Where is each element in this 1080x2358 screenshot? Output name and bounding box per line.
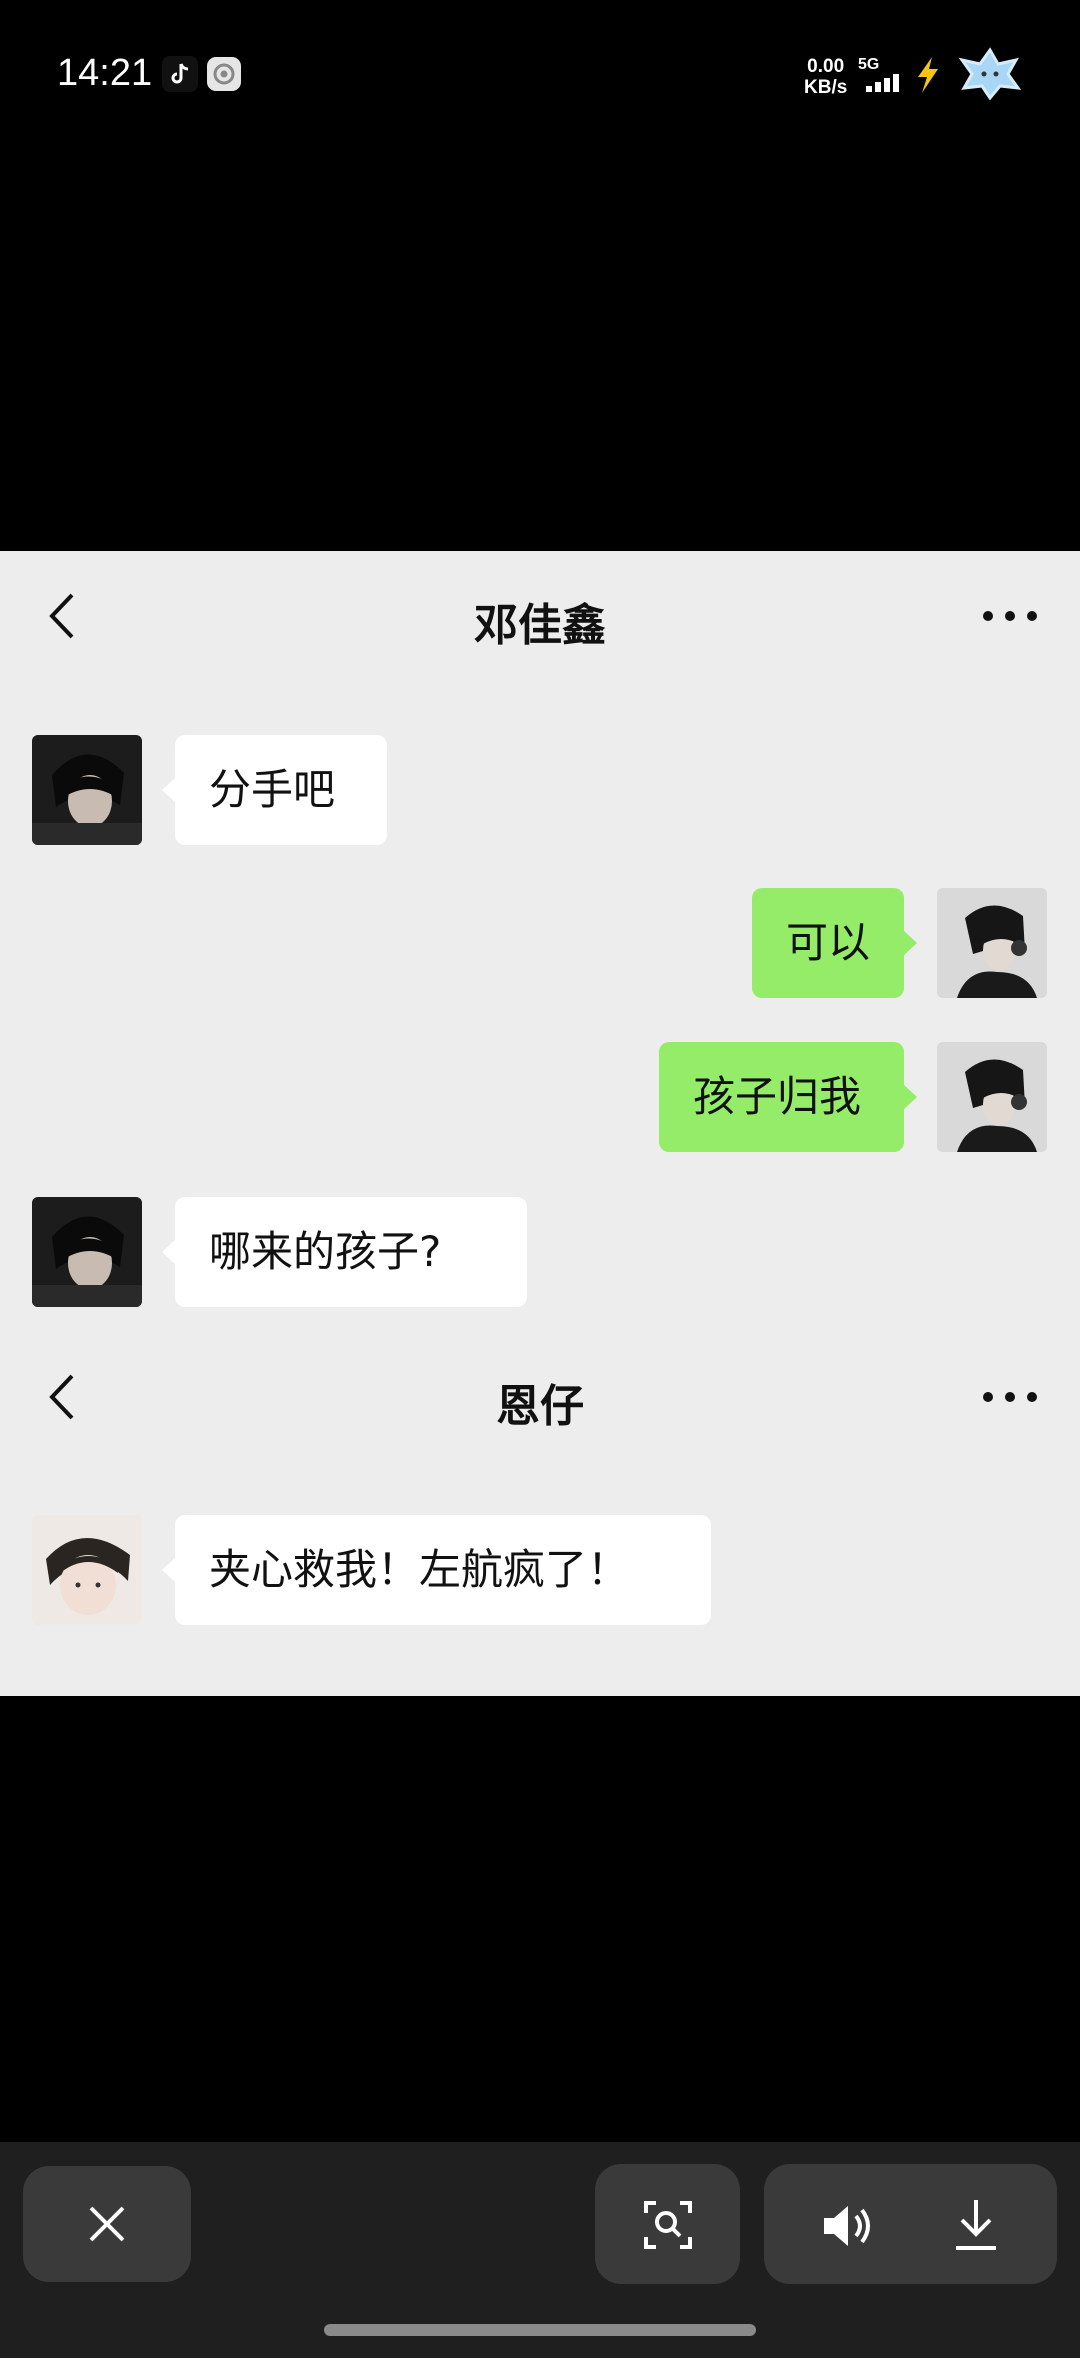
screenshot-preview[interactable]: 邓佳鑫 分手吧 可以 孩子归我 哪来的孩子? 恩仔 夹心救我！左航疯了！ xyxy=(0,551,1080,1696)
pet-sticker-icon xyxy=(956,46,1024,101)
image-search-button[interactable] xyxy=(595,2164,740,2284)
network-speed: 0.00 KB/s xyxy=(804,56,847,98)
status-time: 14:21 xyxy=(57,52,153,94)
close-icon xyxy=(89,2206,125,2242)
volume-icon[interactable] xyxy=(820,2202,876,2250)
chat-header: 邓佳鑫 xyxy=(0,551,1080,681)
chat-title: 邓佳鑫 xyxy=(474,600,606,651)
avatar[interactable] xyxy=(32,735,142,845)
signal-icon xyxy=(866,74,899,92)
close-button[interactable] xyxy=(23,2166,191,2282)
home-indicator[interactable] xyxy=(324,2324,756,2336)
message-bubble-incoming[interactable]: 夹心救我！左航疯了！ xyxy=(162,1515,711,1625)
network-speed-value: 0.00 xyxy=(807,56,845,77)
media-actions-group xyxy=(764,2164,1057,2284)
more-dots-icon[interactable] xyxy=(980,601,1040,631)
download-icon[interactable] xyxy=(952,2198,1000,2252)
avatar[interactable] xyxy=(937,1042,1047,1152)
status-bar: 14:21 0.00 KB/s 5G xyxy=(0,0,1080,150)
settings-app-icon xyxy=(206,56,242,92)
avatar[interactable] xyxy=(937,888,1047,998)
signal-indicator: 5G xyxy=(858,56,906,97)
avatar[interactable] xyxy=(32,1515,142,1625)
network-speed-unit: KB/s xyxy=(804,77,848,98)
chat-title: 恩仔 xyxy=(496,1381,584,1432)
chat-header: 恩仔 xyxy=(0,1332,1080,1462)
signal-label: 5G xyxy=(858,56,880,73)
tiktok-icon xyxy=(162,56,198,92)
avatar[interactable] xyxy=(32,1197,142,1307)
charging-bolt-icon xyxy=(912,55,942,95)
more-dots-icon[interactable] xyxy=(980,1382,1040,1412)
message-bubble-outgoing[interactable]: 孩子归我 xyxy=(659,1042,917,1152)
message-bubble-incoming[interactable]: 哪来的孩子? xyxy=(162,1197,527,1307)
message-bubble-incoming[interactable]: 分手吧 xyxy=(162,735,387,845)
message-bubble-outgoing[interactable]: 可以 xyxy=(752,888,917,998)
image-search-icon xyxy=(644,2201,692,2249)
